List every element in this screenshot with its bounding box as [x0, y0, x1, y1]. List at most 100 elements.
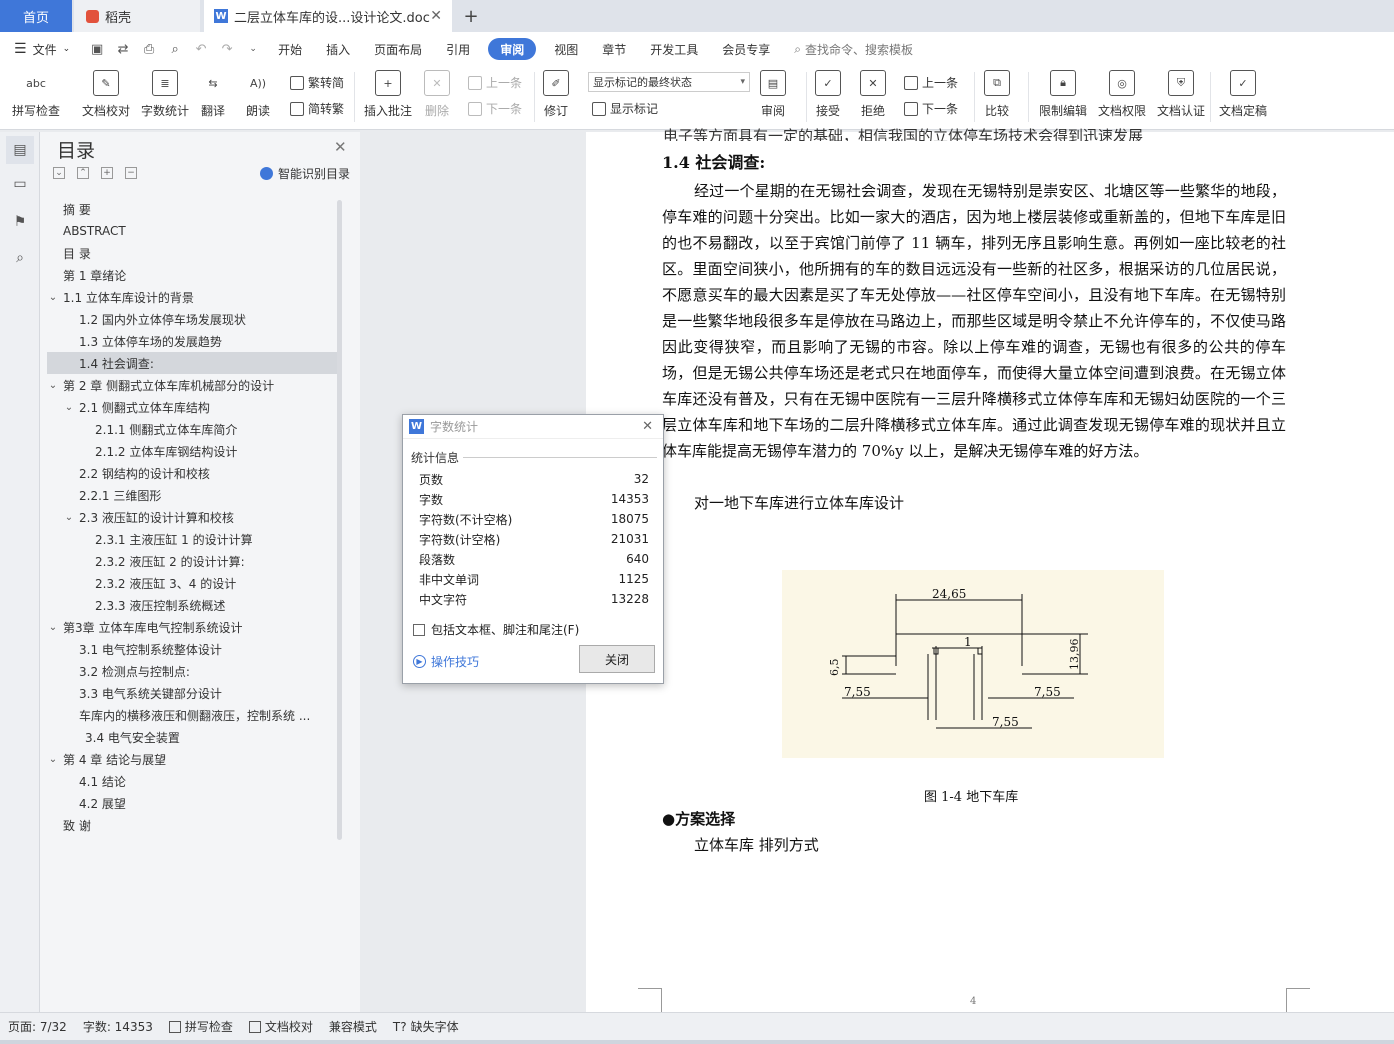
show-markup-button[interactable]: 显示标记: [592, 100, 658, 117]
toc-item[interactable]: ⌄ 第 2 章 侧翻式立体车库机械部分的设计: [47, 374, 337, 396]
undo-icon[interactable]: ↶: [193, 41, 209, 57]
insert-comment-button[interactable]: + 插入批注: [364, 70, 412, 119]
tab-home[interactable]: 首页: [0, 0, 72, 32]
tab-member[interactable]: 会员专享: [710, 38, 782, 60]
word-count-indicator[interactable]: 字数: 14353: [75, 1018, 161, 1035]
spell-check-button[interactable]: abc 拼写检查: [12, 70, 60, 119]
toc-item[interactable]: 车库内的横移液压和侧翻液压，控制系统 ...: [47, 704, 337, 726]
toc-item[interactable]: 2.3.3 液压控制系统概述: [47, 594, 337, 616]
next-comment-button[interactable]: 下一条: [468, 100, 522, 117]
word-count-button[interactable]: ≣ 字数统计: [141, 70, 189, 119]
toc-item[interactable]: 1.4 社会调查:: [47, 352, 337, 374]
chevron-down-icon[interactable]: ⌄: [47, 292, 59, 303]
collapse-all-icon[interactable]: ⌄: [53, 167, 65, 179]
command-search[interactable]: ⌕ 查找命令、搜索模板: [794, 41, 913, 58]
chevron-down-icon[interactable]: ⌄: [63, 402, 75, 413]
chevron-down-icon[interactable]: ⌄: [63, 512, 75, 523]
toc-panel-icon[interactable]: ▤: [6, 136, 34, 164]
include-textbox-checkbox[interactable]: 包括文本框、脚注和尾注(F): [413, 621, 579, 638]
tab-document[interactable]: W 二层立体车库的设...设计论文.doc ✕: [204, 0, 452, 32]
toc-item[interactable]: 1.2 国内外立体停车场发展现状: [47, 308, 337, 330]
doc-permission-button[interactable]: ◎ 文档权限: [1098, 70, 1146, 119]
tab-start[interactable]: 开始: [266, 38, 314, 60]
spell-check-status[interactable]: 拼写检查: [161, 1018, 241, 1035]
toc-item[interactable]: 2.1.2 立体车库钢结构设计: [47, 440, 337, 462]
toc-item[interactable]: ABSTRACT: [47, 220, 337, 242]
compare-button[interactable]: ⧉ 比较: [984, 70, 1010, 119]
chevron-down-icon[interactable]: ⌄: [47, 622, 59, 633]
toc-item[interactable]: 第 1 章绪论: [47, 264, 337, 286]
export-icon[interactable]: ⇄: [115, 41, 131, 57]
toc-item[interactable]: ⌄ 2.3 液压缸的设计计算和校核: [47, 506, 337, 528]
add-heading-icon[interactable]: +: [101, 167, 113, 179]
toc-item[interactable]: ⌄ 1.1 立体车库设计的背景: [47, 286, 337, 308]
save-icon[interactable]: ▣: [89, 41, 105, 57]
markup-state-select[interactable]: 显示标记的最终状态 ▾: [588, 72, 750, 92]
redo-icon[interactable]: ↷: [219, 41, 235, 57]
simp-to-trad-button[interactable]: 简转繁: [290, 100, 344, 117]
accept-button[interactable]: ✓ 接受: [815, 70, 841, 119]
delete-comment-button[interactable]: ✕ 删除: [424, 70, 450, 119]
tab-chapter[interactable]: 章节: [590, 38, 638, 60]
more-chevron-icon[interactable]: ⌄: [245, 41, 261, 57]
toc-item[interactable]: 2.3.2 液压缸 3、4 的设计: [47, 572, 337, 594]
tab-references[interactable]: 引用: [434, 38, 482, 60]
toc-item[interactable]: ⌄ 第3章 立体车库电气控制系统设计: [47, 616, 337, 638]
trad-to-simp-button[interactable]: 繁转简: [290, 74, 344, 91]
toc-item[interactable]: ⌄ 第 4 章 结论与展望: [47, 748, 337, 770]
toc-item[interactable]: 3.2 检测点与控制点:: [47, 660, 337, 682]
tab-insert[interactable]: 插入: [314, 38, 362, 60]
doc-proof-status[interactable]: 文档校对: [241, 1018, 321, 1035]
toc-item[interactable]: 目 录: [47, 242, 337, 264]
restrict-edit-button[interactable]: 🔒︎ 限制编辑: [1039, 70, 1087, 119]
read-aloud-button[interactable]: A)) 朗读: [245, 70, 271, 119]
file-menu[interactable]: ☰ 文件 ⌄: [0, 41, 84, 58]
bookmark-icon[interactable]: ⚑: [10, 212, 30, 232]
toc-item[interactable]: 2.3.1 主液压缸 1 的设计计算: [47, 528, 337, 550]
dialog-title-bar[interactable]: W 字数统计: [403, 415, 663, 439]
doc-auth-button[interactable]: ⛨ 文档认证: [1157, 70, 1205, 119]
smart-toc-button[interactable]: 智能识别目录: [260, 165, 350, 182]
remove-heading-icon[interactable]: −: [125, 167, 137, 179]
compat-mode-indicator[interactable]: 兼容模式: [321, 1018, 385, 1035]
toc-item[interactable]: 2.2 钢结构的设计和校核: [47, 462, 337, 484]
tab-daoke[interactable]: 稻壳: [74, 0, 200, 32]
review-pane-button[interactable]: ▤ 审阅: [760, 70, 786, 119]
document-page[interactable]: 电子等方面具有一定的基础，相信我国的立体停车场技术会得到迅速发展 1.4 社会调…: [586, 127, 1394, 1012]
toc-item[interactable]: 4.2 展望: [47, 792, 337, 814]
new-tab-button[interactable]: +: [458, 0, 484, 32]
tab-review[interactable]: 审阅: [488, 38, 537, 60]
thumbnails-icon[interactable]: ▭: [10, 174, 30, 194]
toc-item[interactable]: 4.1 结论: [47, 770, 337, 792]
tab-dev-tools[interactable]: 开发工具: [638, 38, 710, 60]
missing-font-status[interactable]: T? 缺失字体: [385, 1018, 467, 1035]
toc-item[interactable]: 摘 要: [47, 198, 337, 220]
toc-item[interactable]: 致 谢: [47, 814, 337, 836]
toc-item[interactable]: 2.3.2 液压缸 2 的设计计算:: [47, 550, 337, 572]
chevron-down-icon[interactable]: ⌄: [47, 754, 59, 765]
search-icon[interactable]: ⌕: [10, 248, 30, 268]
close-icon[interactable]: ✕: [334, 138, 347, 156]
toc-item[interactable]: 1.3 立体停车场的发展趋势: [47, 330, 337, 352]
toc-item[interactable]: 3.1 电气控制系统整体设计: [47, 638, 337, 660]
track-changes-button[interactable]: ✐ 修订: [543, 70, 569, 119]
chevron-down-icon[interactable]: ⌄: [47, 380, 59, 391]
toc-item[interactable]: ⌄ 2.1 侧翻式立体车库结构: [47, 396, 337, 418]
print-preview-icon[interactable]: ⌕: [167, 41, 183, 57]
close-button[interactable]: 关闭: [579, 645, 655, 673]
toc-item[interactable]: 2.1.1 侧翻式立体车库简介: [47, 418, 337, 440]
doc-finalize-button[interactable]: ✓ 文档定稿: [1219, 70, 1267, 119]
translate-button[interactable]: ⇆ 翻译: [200, 70, 226, 119]
toc-item[interactable]: 3.3 电气系统关键部分设计: [47, 682, 337, 704]
toc-item[interactable]: 2.2.1 三维图形: [47, 484, 337, 506]
toc-item[interactable]: 3.4 电气安全装置: [47, 726, 337, 748]
prev-comment-button[interactable]: 上一条: [468, 74, 522, 91]
reject-button[interactable]: ✕ 拒绝: [860, 70, 886, 119]
tab-page-layout[interactable]: 页面布局: [362, 38, 434, 60]
expand-up-icon[interactable]: ⌃: [77, 167, 89, 179]
print-icon[interactable]: ⎙: [141, 41, 157, 57]
close-icon[interactable]: ✕: [642, 419, 653, 434]
toc-scrollbar[interactable]: [337, 200, 342, 840]
doc-proof-button[interactable]: ✎ 文档校对: [82, 70, 130, 119]
prev-change-button[interactable]: 上一条: [904, 74, 958, 91]
